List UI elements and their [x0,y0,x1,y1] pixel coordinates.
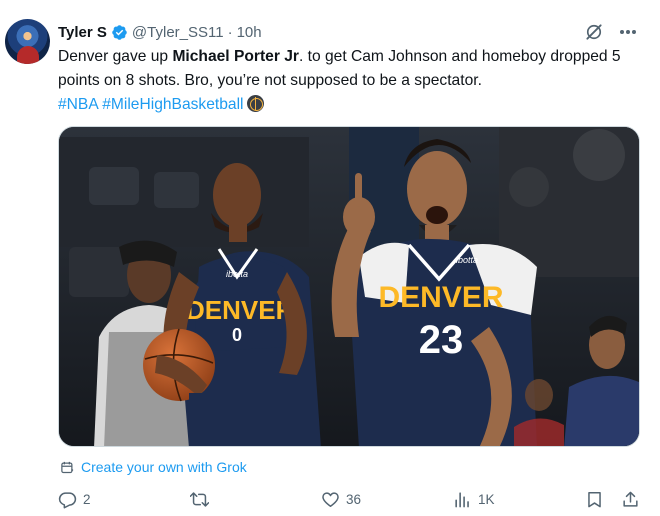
reply-button[interactable]: 2 [58,490,91,509]
bookmark-button[interactable] [585,490,604,509]
jersey-brand-right: ibotta [456,255,478,265]
bookmark-icon [588,492,601,508]
svg-text:0: 0 [232,325,242,345]
like-count: 36 [346,492,362,507]
action-bar: 2 36 1K [58,490,648,512]
hashtag-nba[interactable]: #NBA [58,96,98,113]
nuggets-emoji-icon [246,95,264,112]
separator-dot: · [227,23,233,41]
jersey-left-text: DENVER [186,295,295,325]
avatar[interactable] [5,19,50,64]
top-actions [584,22,638,42]
repost-icon [190,492,209,507]
share-icon [623,491,638,507]
views-count: 1K [478,492,495,507]
views-button[interactable]: 1K [453,490,495,509]
reply-icon [58,492,77,509]
like-button[interactable]: 36 [321,490,361,509]
tweet-text-part1: Denver gave up [58,48,173,65]
hashtag-milehighbasketball[interactable]: #MileHighBasketball [102,96,243,113]
tweet[interactable]: Tyler S @Tyler_SS11 · 10h Denver gave up… [0,0,660,516]
grok-create-label[interactable]: Create your own with Grok [81,459,247,475]
jersey-right-number: 23 [419,318,464,362]
grok-create-link[interactable]: Create your own with Grok [60,459,247,475]
tweet-text: Denver gave up Michael Porter Jr. to get… [58,45,648,117]
author-name[interactable]: Tyler S [58,24,107,41]
repost-button[interactable] [190,490,215,509]
views-icon [455,492,469,508]
reply-count: 2 [83,492,91,507]
more-icon[interactable] [618,22,638,42]
grok-icon[interactable] [584,22,604,42]
tweet-bold-name: Michael Porter Jr [172,48,299,65]
photo-scene: DENVER 0 ibotta DENVER 23 ibotta [59,127,639,446]
share-button[interactable] [621,490,640,509]
tweet-photo[interactable]: DENVER 0 ibotta DENVER 23 ibotta [58,126,640,447]
timestamp[interactable]: 10h [237,24,262,41]
grok-image-icon [61,461,74,473]
jersey-brand-left: ibotta [226,269,248,279]
tweet-header: Tyler S @Tyler_SS11 · 10h [58,22,262,42]
verified-badge-icon [112,24,127,40]
jersey-right-text: DENVER [378,281,503,314]
author-handle[interactable]: @Tyler_SS11 [132,24,224,41]
like-icon [322,492,339,507]
